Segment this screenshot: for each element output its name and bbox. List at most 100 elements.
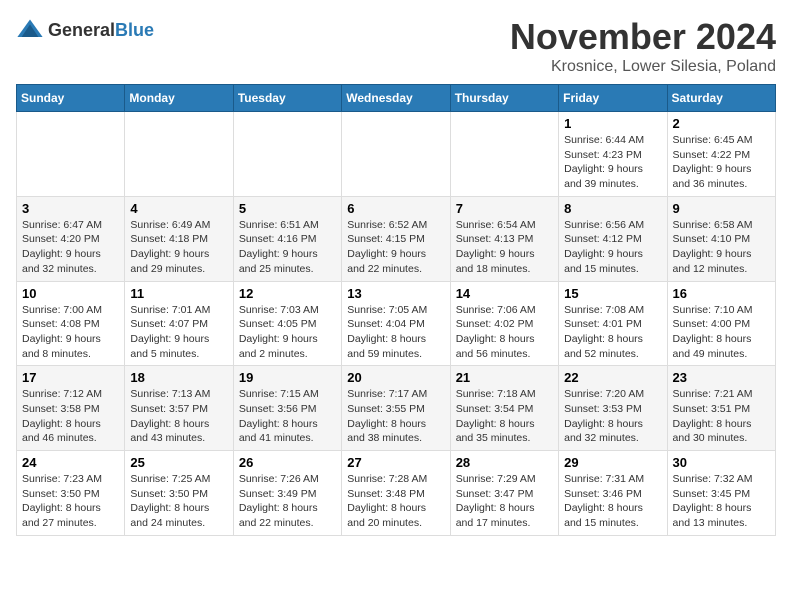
calendar-cell: 6 Sunrise: 6:52 AMSunset: 4:15 PMDaylight… (342, 196, 450, 281)
calendar-cell: 23Sunrise: 7:21 AMSunset: 3:51 PMDayligh… (667, 366, 775, 451)
day-info: Sunrise: 7:17 AMSunset: 3:55 PMDaylight:… (347, 387, 444, 446)
calendar-cell: 18Sunrise: 7:13 AMSunset: 3:57 PMDayligh… (125, 366, 233, 451)
calendar-week-row: 10Sunrise: 7:00 AMSunset: 4:08 PMDayligh… (17, 281, 776, 366)
day-number: 3 (22, 201, 119, 216)
day-info: Sunrise: 7:18 AMSunset: 3:54 PMDaylight:… (456, 387, 553, 446)
day-number: 27 (347, 455, 444, 470)
day-info: Sunrise: 7:01 AMSunset: 4:07 PMDaylight:… (130, 303, 227, 362)
day-info: Sunrise: 7:08 AMSunset: 4:01 PMDaylight:… (564, 303, 661, 362)
calendar-cell: 7 Sunrise: 6:54 AMSunset: 4:13 PMDaylight… (450, 196, 558, 281)
day-info: Sunrise: 6:44 AMSunset: 4:23 PMDaylight:… (564, 133, 661, 192)
day-info: Sunrise: 7:05 AMSunset: 4:04 PMDaylight:… (347, 303, 444, 362)
day-number: 8 (564, 201, 661, 216)
day-number: 6 (347, 201, 444, 216)
calendar-cell: 9 Sunrise: 6:58 AMSunset: 4:10 PMDaylight… (667, 196, 775, 281)
header-wednesday: Wednesday (342, 85, 450, 112)
title-section: November 2024 Krosnice, Lower Silesia, P… (510, 16, 776, 76)
calendar-week-row: 3 Sunrise: 6:47 AMSunset: 4:20 PMDaylight… (17, 196, 776, 281)
day-number: 21 (456, 370, 553, 385)
calendar-cell: 30Sunrise: 7:32 AMSunset: 3:45 PMDayligh… (667, 451, 775, 536)
day-number: 16 (673, 286, 770, 301)
calendar-cell: 25 Sunrise: 7:25 AMSunset: 3:50 PMDayligh… (125, 451, 233, 536)
page-header: GeneralBlue November 2024 Krosnice, Lowe… (16, 16, 776, 76)
day-info: Sunrise: 7:28 AMSunset: 3:48 PMDaylight:… (347, 472, 444, 531)
day-number: 20 (347, 370, 444, 385)
calendar-cell: 24Sunrise: 7:23 AMSunset: 3:50 PMDayligh… (17, 451, 125, 536)
day-info: Sunrise: 7:26 AMSunset: 3:49 PMDaylight:… (239, 472, 336, 531)
calendar-cell (125, 112, 233, 197)
calendar-cell: 27 Sunrise: 7:28 AMSunset: 3:48 PMDayligh… (342, 451, 450, 536)
day-number: 24 (22, 455, 119, 470)
calendar-cell: 2Sunrise: 6:45 AMSunset: 4:22 PMDaylight… (667, 112, 775, 197)
day-number: 25 (130, 455, 227, 470)
calendar-cell: 19 Sunrise: 7:15 AMSunset: 3:56 PMDayligh… (233, 366, 341, 451)
calendar-cell: 3 Sunrise: 6:47 AMSunset: 4:20 PMDaylight… (17, 196, 125, 281)
calendar-cell (342, 112, 450, 197)
day-number: 30 (673, 455, 770, 470)
header-saturday: Saturday (667, 85, 775, 112)
calendar-cell: 10Sunrise: 7:00 AMSunset: 4:08 PMDayligh… (17, 281, 125, 366)
day-info: Sunrise: 7:25 AMSunset: 3:50 PMDaylight:… (130, 472, 227, 531)
calendar-cell: 5 Sunrise: 6:51 AMSunset: 4:16 PMDaylight… (233, 196, 341, 281)
day-info: Sunrise: 6:45 AMSunset: 4:22 PMDaylight:… (673, 133, 770, 192)
header-monday: Monday (125, 85, 233, 112)
header-tuesday: Tuesday (233, 85, 341, 112)
calendar-cell: 11 Sunrise: 7:01 AMSunset: 4:07 PMDayligh… (125, 281, 233, 366)
day-number: 12 (239, 286, 336, 301)
calendar-week-row: 17Sunrise: 7:12 AMSunset: 3:58 PMDayligh… (17, 366, 776, 451)
day-number: 1 (564, 116, 661, 131)
day-number: 19 (239, 370, 336, 385)
calendar-cell (233, 112, 341, 197)
calendar-cell: 20 Sunrise: 7:17 AMSunset: 3:55 PMDayligh… (342, 366, 450, 451)
day-info: Sunrise: 7:15 AMSunset: 3:56 PMDaylight:… (239, 387, 336, 446)
day-info: Sunrise: 7:29 AMSunset: 3:47 PMDaylight:… (456, 472, 553, 531)
day-info: Sunrise: 7:10 AMSunset: 4:00 PMDaylight:… (673, 303, 770, 362)
header-thursday: Thursday (450, 85, 558, 112)
day-info: Sunrise: 6:47 AMSunset: 4:20 PMDaylight:… (22, 218, 119, 277)
day-number: 29 (564, 455, 661, 470)
calendar-cell: 21 Sunrise: 7:18 AMSunset: 3:54 PMDayligh… (450, 366, 558, 451)
calendar-cell: 16 Sunrise: 7:10 AMSunset: 4:00 PMDayligh… (667, 281, 775, 366)
calendar-cell: 12 Sunrise: 7:03 AMSunset: 4:05 PMDayligh… (233, 281, 341, 366)
calendar-cell: 15 Sunrise: 7:08 AMSunset: 4:01 PMDayligh… (559, 281, 667, 366)
calendar-header-row: SundayMondayTuesdayWednesdayThursdayFrid… (17, 85, 776, 112)
day-number: 13 (347, 286, 444, 301)
day-number: 28 (456, 455, 553, 470)
day-info: Sunrise: 6:51 AMSunset: 4:16 PMDaylight:… (239, 218, 336, 277)
day-number: 17 (22, 370, 119, 385)
logo-icon (16, 16, 44, 44)
calendar-cell: 4Sunrise: 6:49 AMSunset: 4:18 PMDaylight… (125, 196, 233, 281)
day-info: Sunrise: 6:52 AMSunset: 4:15 PMDaylight:… (347, 218, 444, 277)
calendar-cell (450, 112, 558, 197)
header-sunday: Sunday (17, 85, 125, 112)
header-friday: Friday (559, 85, 667, 112)
logo-general: General (48, 20, 115, 40)
month-title: November 2024 (510, 16, 776, 58)
day-number: 14 (456, 286, 553, 301)
calendar-table: SundayMondayTuesdayWednesdayThursdayFrid… (16, 84, 776, 536)
calendar-cell: 26 Sunrise: 7:26 AMSunset: 3:49 PMDayligh… (233, 451, 341, 536)
day-info: Sunrise: 6:54 AMSunset: 4:13 PMDaylight:… (456, 218, 553, 277)
day-number: 22 (564, 370, 661, 385)
logo: GeneralBlue (16, 16, 154, 44)
day-number: 11 (130, 286, 227, 301)
day-number: 4 (130, 201, 227, 216)
day-info: Sunrise: 7:06 AMSunset: 4:02 PMDaylight:… (456, 303, 553, 362)
calendar-cell: 1 Sunrise: 6:44 AMSunset: 4:23 PMDaylight… (559, 112, 667, 197)
day-number: 18 (130, 370, 227, 385)
day-info: Sunrise: 6:58 AMSunset: 4:10 PMDaylight:… (673, 218, 770, 277)
day-number: 7 (456, 201, 553, 216)
calendar-week-row: 24Sunrise: 7:23 AMSunset: 3:50 PMDayligh… (17, 451, 776, 536)
day-number: 9 (673, 201, 770, 216)
calendar-cell (17, 112, 125, 197)
day-info: Sunrise: 7:00 AMSunset: 4:08 PMDaylight:… (22, 303, 119, 362)
day-number: 5 (239, 201, 336, 216)
calendar-cell: 13 Sunrise: 7:05 AMSunset: 4:04 PMDayligh… (342, 281, 450, 366)
day-number: 15 (564, 286, 661, 301)
day-number: 26 (239, 455, 336, 470)
calendar-cell: 17Sunrise: 7:12 AMSunset: 3:58 PMDayligh… (17, 366, 125, 451)
day-info: Sunrise: 7:31 AMSunset: 3:46 PMDaylight:… (564, 472, 661, 531)
day-info: Sunrise: 7:03 AMSunset: 4:05 PMDaylight:… (239, 303, 336, 362)
calendar-cell: 22Sunrise: 7:20 AMSunset: 3:53 PMDayligh… (559, 366, 667, 451)
day-number: 23 (673, 370, 770, 385)
